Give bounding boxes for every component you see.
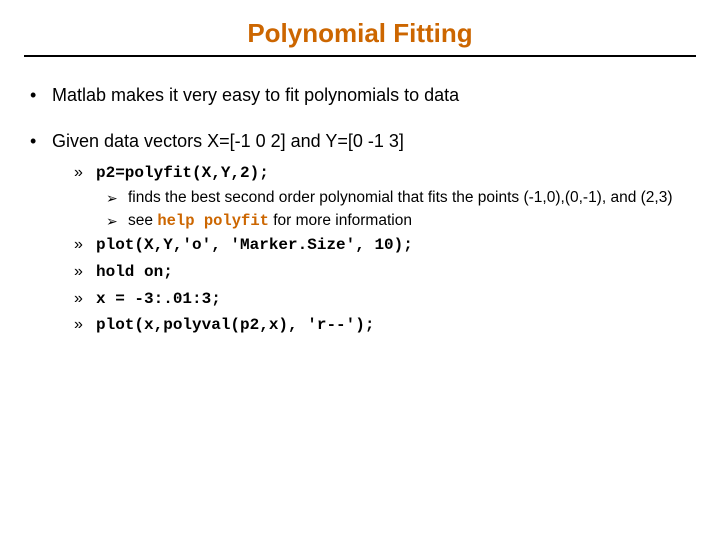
bullet-given: Given data vectors X=[-1 0 2] and Y=[0 -… bbox=[24, 129, 696, 153]
note-help-pre: see bbox=[128, 212, 157, 229]
code-x: x = -3:.01:3; bbox=[24, 288, 696, 311]
note-help: see help polyfit for more information bbox=[24, 211, 696, 231]
code-plot1: plot(X,Y,'o', 'Marker.Size', 10); bbox=[24, 234, 696, 257]
bullet-intro: Matlab makes it very easy to fit polynom… bbox=[24, 83, 696, 107]
note-fit: finds the best second order polynomial t… bbox=[24, 188, 696, 208]
code-polyfit: p2=polyfit(X,Y,2); bbox=[24, 162, 696, 185]
code-text: p2=polyfit(X,Y,2); bbox=[96, 164, 269, 182]
help-keyword: help polyfit bbox=[157, 212, 269, 230]
code-text: hold on; bbox=[96, 263, 173, 281]
note-help-post: for more information bbox=[269, 212, 412, 229]
slide-title: Polynomial Fitting bbox=[24, 18, 696, 55]
slide: Polynomial Fitting Matlab makes it very … bbox=[0, 0, 720, 540]
code-text: plot(X,Y,'o', 'Marker.Size', 10); bbox=[96, 236, 413, 254]
code-plot2: plot(x,polyval(p2,x), 'r--'); bbox=[24, 314, 696, 337]
title-divider bbox=[24, 55, 696, 57]
code-text: x = -3:.01:3; bbox=[96, 290, 221, 308]
code-text: plot(x,polyval(p2,x), 'r--'); bbox=[96, 316, 374, 334]
code-hold: hold on; bbox=[24, 261, 696, 284]
